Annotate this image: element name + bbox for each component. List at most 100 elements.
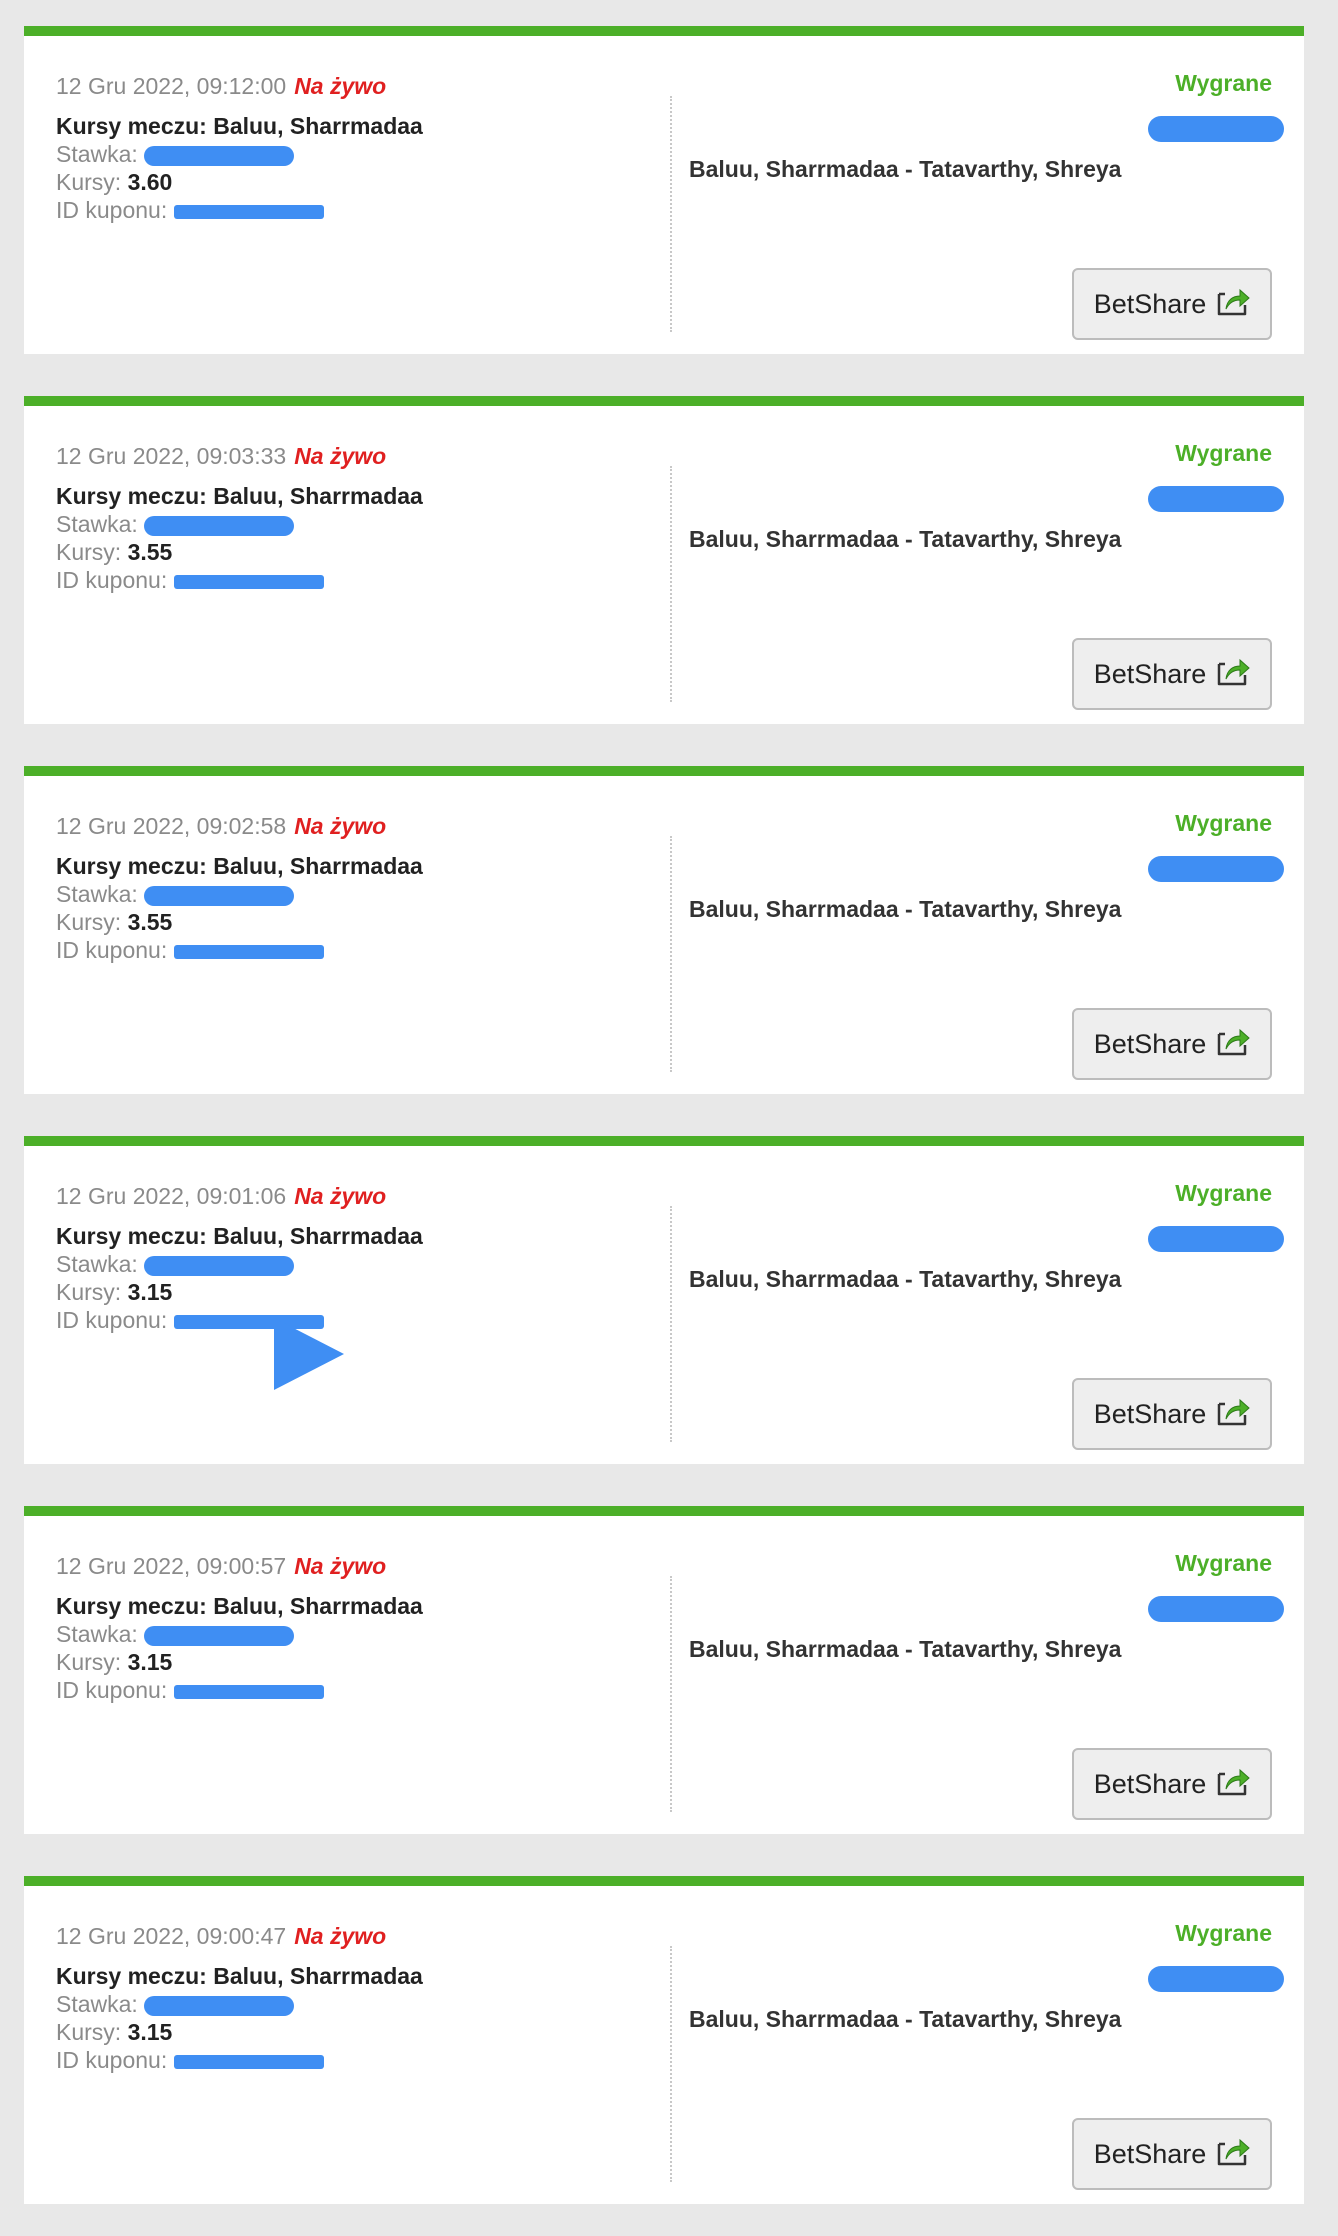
stake-label: Stawka:	[56, 881, 138, 907]
share-icon	[1216, 2135, 1251, 2174]
coupon-row: ID kuponu:	[56, 1306, 676, 1334]
winnings-redaction	[1148, 1226, 1284, 1252]
odds-row: Kursy: 3.55	[56, 908, 676, 936]
coupon-label: ID kuponu:	[56, 197, 168, 223]
status-label: Wygrane	[1175, 440, 1272, 466]
share-icon	[1216, 285, 1251, 324]
status-label: Wygrane	[1175, 810, 1272, 836]
winnings-redaction	[1148, 486, 1284, 512]
coupon-row: ID kuponu:	[56, 1676, 676, 1704]
live-badge: Na żywo	[294, 1183, 387, 1209]
stake-label: Stawka:	[56, 1991, 138, 2017]
odds-row: Kursy: 3.15	[56, 2018, 676, 2046]
bet-card[interactable]: 12 Gru 2022, 09:00:47 Na żywo Kursy meczu…	[24, 1876, 1304, 2204]
status-label: Wygrane	[1175, 70, 1272, 96]
odds-label: Kursy:	[56, 1649, 122, 1675]
betshare-button[interactable]: BetShare	[1072, 1008, 1272, 1080]
odds-row: Kursy: 3.15	[56, 1278, 676, 1306]
bet-card[interactable]: 12 Gru 2022, 09:02:58 Na żywo Kursy meczu…	[24, 766, 1304, 1094]
coupon-label: ID kuponu:	[56, 2047, 168, 2073]
odds-label: Kursy:	[56, 169, 122, 195]
stake-row: Stawka:	[56, 140, 676, 168]
betshare-label: BetShare	[1093, 288, 1207, 319]
bet-details: 12 Gru 2022, 09:00:47 Na żywo Kursy meczu…	[56, 1920, 676, 2074]
coupon-redaction	[173, 204, 324, 219]
coupon-label: ID kuponu:	[56, 937, 168, 963]
coupon-row: ID kuponu:	[56, 936, 676, 964]
coupon-redaction	[173, 2054, 324, 2069]
event-name[interactable]: Baluu, Sharrmadaa - Tatavarthy, Shreya	[689, 1636, 1121, 1663]
coupon-redaction	[173, 1684, 324, 1699]
betshare-button[interactable]: BetShare	[1072, 2118, 1272, 2190]
betshare-label: BetShare	[1093, 658, 1207, 689]
winnings-redaction	[1148, 1966, 1284, 1992]
bet-card[interactable]: 12 Gru 2022, 09:03:33 Na żywo Kursy meczu…	[24, 396, 1304, 724]
odds-row: Kursy: 3.60	[56, 168, 676, 196]
event-name[interactable]: Baluu, Sharrmadaa - Tatavarthy, Shreya	[689, 2006, 1121, 2033]
betshare-label: BetShare	[1093, 1768, 1207, 1799]
bet-details: 12 Gru 2022, 09:00:57 Na żywo Kursy meczu…	[56, 1550, 676, 1704]
live-badge: Na żywo	[294, 1923, 387, 1949]
match-odds-title: Kursy meczu: Baluu, Sharrmadaa	[56, 1963, 423, 1989]
betshare-button[interactable]: BetShare	[1072, 1748, 1272, 1820]
event-name[interactable]: Baluu, Sharrmadaa - Tatavarthy, Shreya	[689, 526, 1121, 553]
odds-value: 3.55	[127, 539, 173, 565]
live-badge: Na żywo	[294, 813, 387, 839]
live-badge: Na żywo	[294, 73, 387, 99]
betshare-label: BetShare	[1093, 1398, 1207, 1429]
betshare-label: BetShare	[1093, 1028, 1207, 1059]
coupon-label: ID kuponu:	[56, 1677, 168, 1703]
status-label: Wygrane	[1175, 1550, 1272, 1576]
share-icon	[1216, 655, 1251, 694]
odds-label: Kursy:	[56, 539, 122, 565]
winnings-redaction	[1148, 856, 1284, 882]
bet-details: 12 Gru 2022, 09:03:33 Na żywo Kursy meczu…	[56, 440, 676, 594]
bet-meta: 12 Gru 2022, 09:03:33 Na żywo	[56, 440, 676, 472]
event-name[interactable]: Baluu, Sharrmadaa - Tatavarthy, Shreya	[689, 896, 1121, 923]
betshare-button[interactable]: BetShare	[1072, 638, 1272, 710]
betshare-button[interactable]: BetShare	[1072, 268, 1272, 340]
stake-redaction	[144, 1255, 295, 1276]
divider	[670, 1206, 672, 1442]
odds-label: Kursy:	[56, 1279, 122, 1305]
coupon-row: ID kuponu:	[56, 196, 676, 224]
odds-value: 3.15	[127, 1649, 173, 1675]
status-label: Wygrane	[1175, 1180, 1272, 1206]
share-icon	[1216, 1765, 1251, 1804]
bet-details: 12 Gru 2022, 09:02:58 Na żywo Kursy meczu…	[56, 810, 676, 964]
stake-row: Stawka:	[56, 1620, 676, 1648]
bet-details: 12 Gru 2022, 09:01:06 Na żywo Kursy meczu…	[56, 1180, 676, 1390]
stake-redaction	[144, 1995, 295, 2016]
odds-value: 3.60	[127, 169, 173, 195]
divider	[670, 1946, 672, 2182]
event-name[interactable]: Baluu, Sharrmadaa - Tatavarthy, Shreya	[689, 1266, 1121, 1293]
status-label: Wygrane	[1175, 1920, 1272, 1946]
bet-card[interactable]: 12 Gru 2022, 09:00:57 Na żywo Kursy meczu…	[24, 1506, 1304, 1834]
share-icon	[1216, 1395, 1251, 1434]
bet-card[interactable]: 12 Gru 2022, 09:01:06 Na żywo Kursy meczu…	[24, 1136, 1304, 1464]
winnings-redaction	[1148, 1596, 1284, 1622]
stake-label: Stawka:	[56, 1251, 138, 1277]
coupon-redaction	[173, 944, 324, 959]
bet-datetime: 12 Gru 2022, 09:01:06	[56, 1183, 287, 1209]
odds-row: Kursy: 3.15	[56, 1648, 676, 1676]
bet-card[interactable]: 12 Gru 2022, 09:12:00 Na żywo Kursy meczu…	[24, 26, 1304, 354]
odds-value: 3.55	[127, 909, 173, 935]
bet-meta: 12 Gru 2022, 09:02:58 Na żywo	[56, 810, 676, 842]
bet-meta: 12 Gru 2022, 09:12:00 Na żywo	[56, 70, 676, 102]
betshare-button[interactable]: BetShare	[1072, 1378, 1272, 1450]
stake-redaction	[144, 1625, 295, 1646]
divider	[670, 1576, 672, 1812]
stake-label: Stawka:	[56, 511, 138, 537]
coupon-row: ID kuponu:	[56, 566, 676, 594]
divider	[670, 96, 672, 332]
odds-row: Kursy: 3.55	[56, 538, 676, 566]
stake-row: Stawka:	[56, 1250, 676, 1278]
stake-redaction	[144, 885, 295, 906]
coupon-redaction	[173, 574, 324, 589]
coupon-label: ID kuponu:	[56, 1307, 168, 1333]
stake-redaction	[144, 515, 295, 536]
odds-value: 3.15	[127, 2019, 173, 2045]
event-name[interactable]: Baluu, Sharrmadaa - Tatavarthy, Shreya	[689, 156, 1121, 183]
live-badge: Na żywo	[294, 1553, 387, 1579]
